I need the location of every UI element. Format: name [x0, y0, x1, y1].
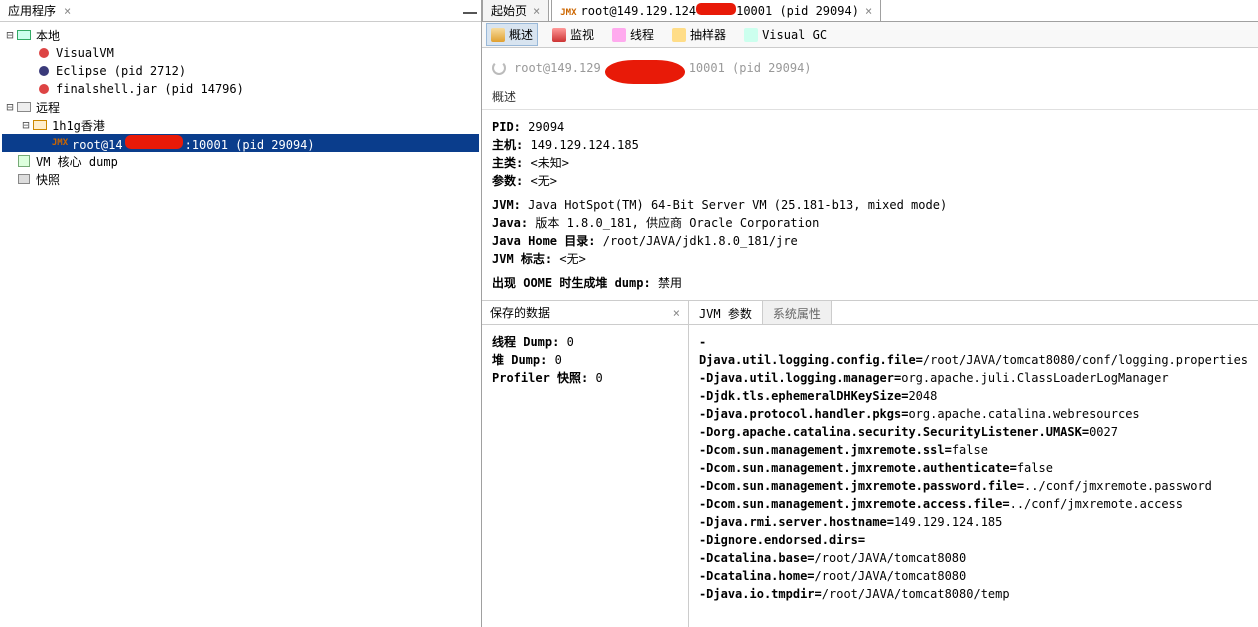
- spinner-icon: [492, 61, 506, 75]
- minimize-icon[interactable]: [463, 12, 477, 16]
- jvm-args-panel: JVM 参数 系统属性 -Djava.util.logging.config.f…: [689, 301, 1258, 627]
- saved-data-panel: 保存的数据 × 线程 Dump: 0 堆 Dump: 0 Profiler 快照…: [482, 301, 689, 627]
- jvm-arg-row: -Dcom.sun.management.jmxremote.ssl=false: [699, 441, 1248, 459]
- expand-toggle-icon[interactable]: ⊟: [4, 100, 16, 114]
- saved-data-header: 保存的数据 ×: [482, 301, 688, 325]
- close-icon[interactable]: ×: [533, 4, 540, 18]
- subtab-overview[interactable]: 概述: [486, 23, 538, 46]
- jvm-arg-row: -Dcatalina.home=/root/JAVA/tomcat8080: [699, 567, 1248, 585]
- jvm-arg-row: -Dcatalina.base=/root/JAVA/tomcat8080: [699, 549, 1248, 567]
- subtab-threads[interactable]: 线程: [608, 24, 658, 45]
- expand-toggle-icon[interactable]: ⊟: [20, 118, 32, 132]
- tab-start-page[interactable]: 起始页 ×: [482, 0, 549, 21]
- saved-data-body: 线程 Dump: 0 堆 Dump: 0 Profiler 快照: 0: [482, 325, 688, 395]
- applications-panel-title: 应用程序: [4, 0, 60, 21]
- java-icon: [36, 45, 52, 61]
- jvm-arg-row: -Dcom.sun.management.jmxremote.password.…: [699, 477, 1248, 495]
- monitor-icon: [16, 27, 32, 43]
- expand-toggle-icon[interactable]: ⊟: [4, 28, 16, 42]
- jvm-arg-row: -Djava.rmi.server.hostname=149.129.124.1…: [699, 513, 1248, 531]
- close-icon[interactable]: ×: [665, 306, 688, 320]
- tab-system-props[interactable]: 系统属性: [763, 301, 832, 324]
- visualgc-icon: [744, 28, 758, 42]
- subtab-visualgc[interactable]: Visual GC: [740, 26, 831, 44]
- jvm-args-list: -Djava.util.logging.config.file=/root/JA…: [689, 325, 1258, 611]
- overview-icon: [491, 28, 505, 42]
- sampler-icon: [672, 28, 686, 42]
- lower-panels: 保存的数据 × 线程 Dump: 0 堆 Dump: 0 Profiler 快照…: [482, 300, 1258, 627]
- editor-tabs: 起始页 × JMX root@149.129.12410001 (pid 290…: [482, 0, 1258, 22]
- coredump-icon: [16, 153, 32, 169]
- remote-icon: [16, 99, 32, 115]
- applications-panel: 应用程序 × ⊟ 本地 VisualVM Eclipse (pid 2712) …: [0, 0, 482, 627]
- content-panel: 起始页 × JMX root@149.129.12410001 (pid 290…: [482, 0, 1258, 627]
- applications-panel-header: 应用程序 ×: [0, 0, 481, 22]
- jvm-arg-row: -Djava.io.tmpdir=/root/JAVA/tomcat8080/t…: [699, 585, 1248, 603]
- tree-node-snapshot[interactable]: 快照: [2, 170, 479, 188]
- jvm-arg-row: -Djava.util.logging.config.file=/root/JA…: [699, 333, 1248, 369]
- tree-node-local[interactable]: ⊟ 本地: [2, 26, 479, 44]
- tree-node-finalshell[interactable]: finalshell.jar (pid 14796): [2, 80, 479, 98]
- jmx-icon: JMX: [52, 135, 68, 151]
- tree-node-hk-server[interactable]: ⊟ 1h1g香港: [2, 116, 479, 134]
- close-icon[interactable]: ×: [64, 4, 71, 18]
- jvm-arg-row: -Dignore.endorsed.dirs=: [699, 531, 1248, 549]
- close-icon[interactable]: ×: [865, 4, 872, 18]
- redacted-icon: [696, 3, 736, 15]
- jvm-arg-row: -Djdk.tls.ephemeralDHKeySize=2048: [699, 387, 1248, 405]
- applications-tree: ⊟ 本地 VisualVM Eclipse (pid 2712) finalsh…: [0, 22, 481, 627]
- jvm-args-tabs: JVM 参数 系统属性: [689, 301, 1258, 325]
- subtab-monitor[interactable]: 监视: [548, 24, 598, 45]
- redacted-icon: [125, 135, 183, 149]
- jvm-arg-row: -Dorg.apache.catalina.security.SecurityL…: [699, 423, 1248, 441]
- jmx-icon: JMX: [560, 4, 576, 18]
- overview-section-label: 概述: [482, 84, 1258, 110]
- tree-node-visualvm[interactable]: VisualVM: [2, 44, 479, 62]
- view-subtabs: 概述 监视 线程 抽样器 Visual GC: [482, 22, 1258, 48]
- tree-node-vmcore[interactable]: VM 核心 dump: [2, 152, 479, 170]
- redacted-icon: [605, 60, 685, 84]
- connection-title: root@149.12910001 (pid 29094): [514, 56, 812, 80]
- tree-node-eclipse[interactable]: Eclipse (pid 2712): [2, 62, 479, 80]
- subtab-sampler[interactable]: 抽样器: [668, 24, 730, 45]
- server-icon: [32, 117, 48, 133]
- jvm-arg-row: -Dcom.sun.management.jmxremote.access.fi…: [699, 495, 1248, 513]
- java-icon: [36, 81, 52, 97]
- snapshot-icon: [16, 171, 32, 187]
- tab-jmx-connection[interactable]: JMX root@149.129.12410001 (pid 29094) ×: [551, 0, 881, 21]
- jvm-arg-row: -Dcom.sun.management.jmxremote.authentic…: [699, 459, 1248, 477]
- overview-info: PID: 29094 主机: 149.129.124.185 主类: <未知> …: [482, 110, 1258, 300]
- connection-title-row: root@149.12910001 (pid 29094): [482, 48, 1258, 84]
- threads-icon: [612, 28, 626, 42]
- eclipse-icon: [36, 63, 52, 79]
- tab-jvm-args[interactable]: JVM 参数: [689, 301, 763, 324]
- jvm-arg-row: -Djava.util.logging.manager=org.apache.j…: [699, 369, 1248, 387]
- monitor-icon: [552, 28, 566, 42]
- tree-node-remote[interactable]: ⊟ 远程: [2, 98, 479, 116]
- tree-node-jmx-connection[interactable]: JMX root@14:10001 (pid 29094): [2, 134, 479, 152]
- jvm-arg-row: -Djava.protocol.handler.pkgs=org.apache.…: [699, 405, 1248, 423]
